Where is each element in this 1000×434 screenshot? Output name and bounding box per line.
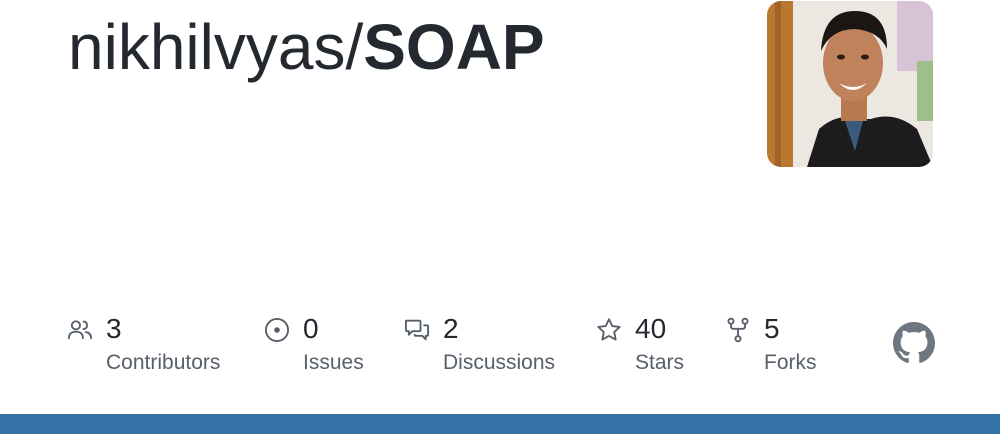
avatar[interactable] — [767, 1, 933, 167]
stat-value: 2 — [443, 313, 459, 344]
github-logo-icon[interactable] — [893, 322, 935, 364]
stat-value: 3 — [106, 313, 122, 344]
repo-stats: 3 Contributors 0 Issues 2 Discussions 40… — [0, 310, 1000, 390]
repo-owner: nikhilvyas/ — [68, 11, 364, 83]
repo-social-card: nikhilvyas/SOAP 3 Contributors 0 Issues … — [0, 0, 1000, 434]
issue-icon — [263, 316, 291, 344]
stat-label: Discussions — [443, 351, 556, 374]
stat-label: Issues — [303, 351, 364, 374]
stat-label: Forks — [764, 351, 817, 374]
repo-name: SOAP — [363, 11, 545, 83]
stat-label: Stars — [635, 351, 685, 374]
repo-title[interactable]: nikhilvyas/SOAP — [68, 10, 545, 84]
avatar-photo — [767, 1, 933, 167]
stat-value: 5 — [764, 313, 780, 344]
stat-value: 40 — [635, 313, 667, 344]
stat-label: Contributors — [106, 351, 221, 374]
stat-value: 0 — [303, 313, 319, 344]
people-icon — [66, 316, 94, 344]
language-color-bar — [0, 414, 1000, 434]
discussions-icon — [403, 316, 431, 344]
fork-icon — [724, 316, 752, 344]
star-icon — [595, 316, 623, 344]
